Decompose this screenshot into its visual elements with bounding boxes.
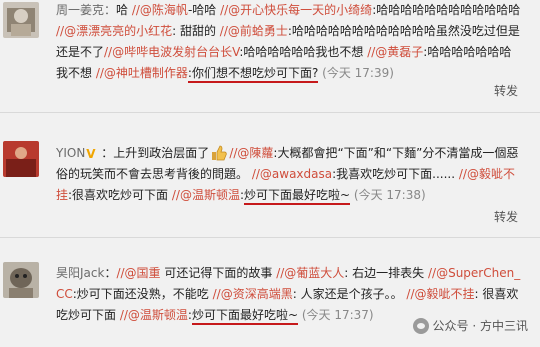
timestamp: (今天 17:37) (298, 308, 374, 322)
username-link[interactable]: YION (56, 146, 85, 160)
repost-link[interactable]: 转发 (494, 82, 518, 99)
post-text: YIONV ：上升到政治层面了//@陳蘿:大概都會把“下面”和“下麵”分不清當成一… (56, 143, 522, 206)
mention-link[interactable]: //@资深高端黑 (213, 287, 293, 301)
post-body: 哈 //@陈海帆-哈哈 //@开心快乐每一天的小绮绮:哈哈哈哈哈哈哈哈哈哈哈哈 … (56, 3, 520, 83)
watermark-text: 公众号 · 方中三讯 (432, 319, 528, 333)
post-body: ：上升到政治层面了//@陳蘿:大概都會把“下面”和“下麵”分不清當成一個惡俗的玩… (56, 145, 518, 205)
text-segment: :我喜欢吃炒可下面...... (332, 167, 459, 181)
mention-link[interactable]: //@陈海帆 (132, 3, 188, 17)
avatar-image (3, 262, 39, 298)
text-segment: -哈哈 (187, 3, 221, 17)
mention-link[interactable]: //@毅呲不挂 (406, 287, 474, 301)
text-segment: ：上升到政治层面了 (101, 146, 210, 160)
avatar-image (3, 2, 39, 38)
post-text: 周一姜克：哈 //@陈海帆-哈哈 //@开心快乐每一天的小绮绮:哈哈哈哈哈哈哈哈… (56, 0, 522, 84)
mention-link[interactable]: //@漂漂亮亮的小红花 (56, 24, 172, 38)
text-segment: : 右边一排表失 (344, 266, 428, 280)
mention-link[interactable]: //@前蛤勇士 (220, 24, 288, 38)
mention-link[interactable]: //@awaxdasa (252, 167, 332, 181)
thumbs-up-icon (212, 145, 228, 161)
mention-link[interactable]: //@黄磊子 (367, 45, 423, 59)
text-segment: :哈哈哈哈哈哈哈哈哈哈哈哈 (372, 3, 521, 17)
watermark: 公众号 · 方中三讯 (412, 317, 528, 334)
post-2: YIONV ：上升到政治层面了//@陳蘿:大概都會把“下面”和“下麵”分不清當成一… (0, 113, 540, 224)
mention-link[interactable]: //@神吐槽制作器 (96, 66, 188, 80)
timestamp: (今天 17:38) (350, 188, 426, 202)
text-segment: 炒可下面最好吃啦~ (191, 308, 299, 325)
avatar[interactable] (3, 141, 39, 177)
post-1: 周一姜克：哈 //@陈海帆-哈哈 //@开心快乐每一天的小绮绮:哈哈哈哈哈哈哈哈… (0, 0, 540, 112)
timestamp: (今天 17:39) (318, 66, 394, 80)
username-link[interactable]: 周一姜克： (56, 3, 116, 17)
mention-link[interactable]: //@开心快乐每一天的小绮绮 (220, 3, 372, 17)
text-segment: 炒可下面最好吃啦~ (244, 188, 351, 205)
avatar[interactable] (3, 2, 39, 38)
avatar-image (3, 141, 39, 177)
text-segment: ： (104, 266, 117, 280)
mention-link[interactable]: //@陳蘿 (229, 146, 273, 160)
mention-link[interactable]: //@温斯顿温 (120, 308, 188, 322)
text-segment: :炒可下面还没熟，不能吃 (72, 287, 213, 301)
text-segment: :很喜欢吃炒可下面 (68, 188, 172, 202)
username-link[interactable]: 昊阳Jack (56, 266, 104, 280)
verified-v-icon: V (86, 147, 96, 161)
text-segment: : 人家还是个孩子。。 (292, 287, 407, 301)
mention-link[interactable]: //@哔哔电波发射台台长V (104, 45, 239, 59)
text-segment: 哈 (116, 3, 132, 17)
mention-link[interactable]: //@葡蓝大人 (276, 266, 344, 280)
text-segment: 可还记得下面的故事 (160, 266, 277, 280)
avatar[interactable] (3, 262, 39, 298)
text-segment: : 甜甜的 (172, 24, 220, 38)
mention-link[interactable]: //@温斯顿温 (172, 188, 240, 202)
mention-link[interactable]: //@国重 (116, 266, 160, 280)
repost-link[interactable]: 转发 (494, 208, 518, 225)
text-segment: :哈哈哈哈哈哈我也不想 (239, 45, 368, 59)
text-segment: :你们想不想吃炒可下面? (187, 66, 319, 83)
wechat-icon (412, 317, 429, 334)
